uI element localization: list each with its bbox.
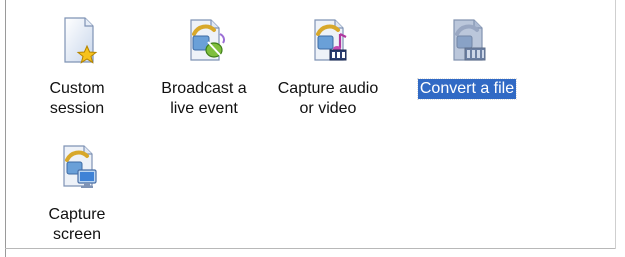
pane-left-border (5, 0, 6, 257)
session-wizard-pane: Custom session Broadcast a live event Ca… (0, 0, 625, 257)
capture-audio-video-option[interactable]: Capture audio or video (273, 12, 383, 119)
convert-file-label: Convert a file (416, 78, 518, 100)
broadcast-event-icon (176, 12, 232, 68)
convert-file-icon (439, 12, 495, 68)
convert-file-option[interactable]: Convert a file (412, 12, 522, 100)
broadcast-live-event-label: Broadcast a live event (161, 80, 247, 117)
capture-audio-video-label: Capture audio or video (277, 80, 379, 117)
broadcast-live-event-option[interactable]: Broadcast a live event (149, 12, 259, 119)
capture-audio-video-icon (300, 12, 356, 68)
capture-screen-label: Capture screen (48, 206, 106, 243)
custom-session-label: Custom session (49, 80, 105, 117)
pane-right-border (615, 0, 616, 249)
capture-screen-icon (49, 138, 105, 194)
custom-session-option[interactable]: Custom session (22, 12, 132, 119)
capture-screen-option[interactable]: Capture screen (22, 138, 132, 245)
pane-bottom-border (5, 248, 616, 249)
document-star-icon (49, 12, 105, 68)
